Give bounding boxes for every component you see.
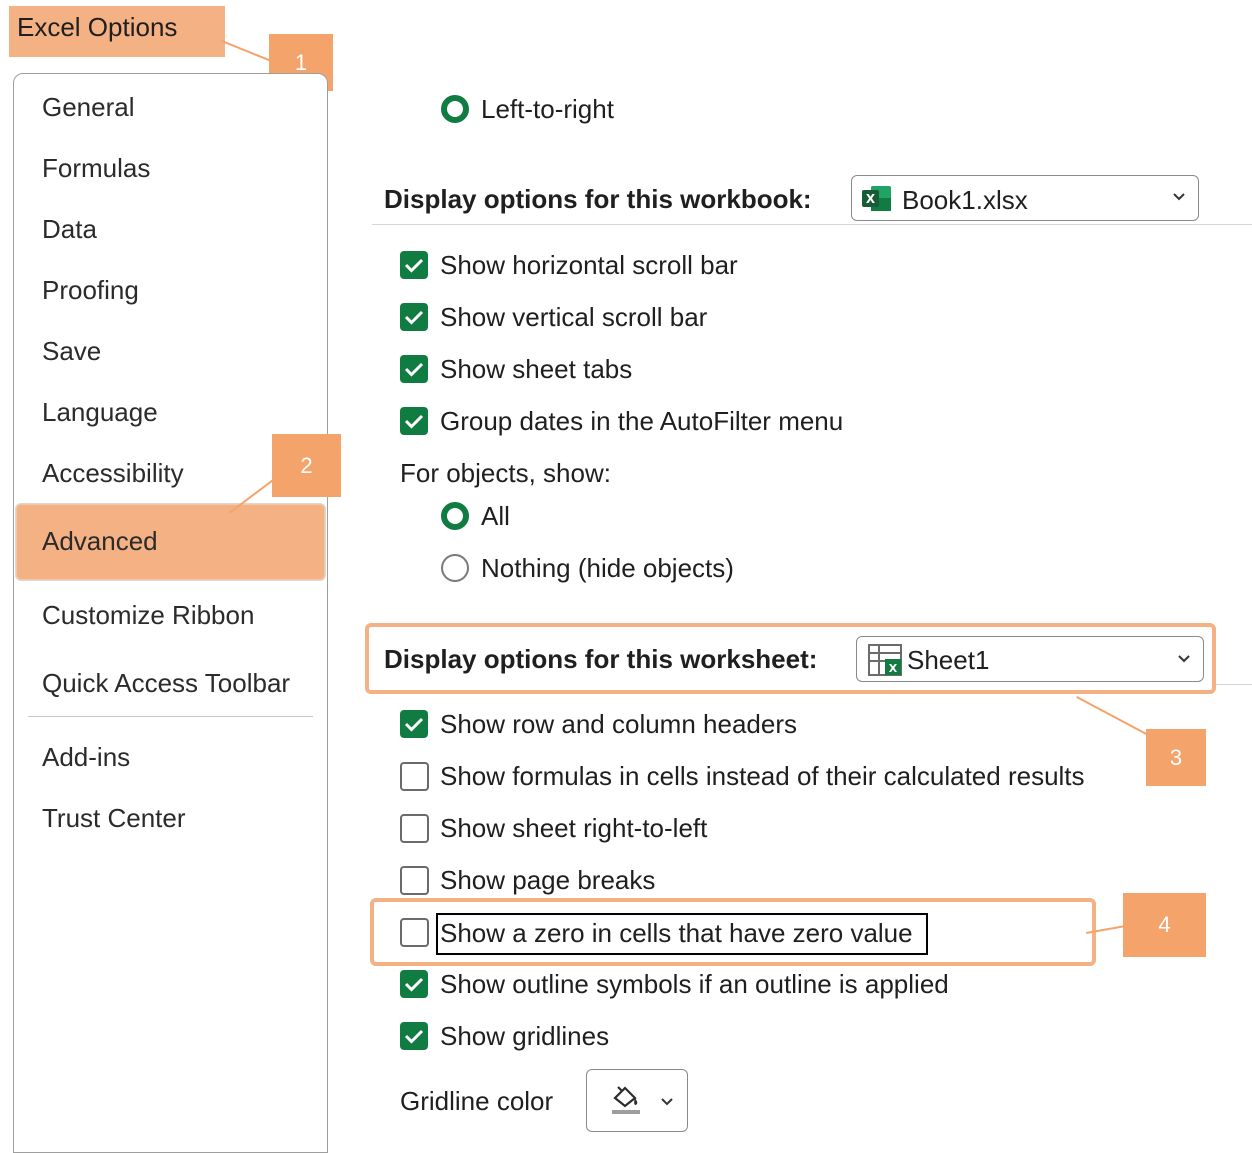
- callout-leader-3: [1076, 696, 1152, 738]
- checkbox-horizontal-scroll-label: Show horizontal scroll bar: [440, 250, 738, 280]
- workbook-select-value: Book1.xlsx: [902, 185, 1028, 215]
- workbook-select[interactable]: X Book1.xlsx: [851, 175, 1199, 221]
- worksheet-section-heading: Display options for this worksheet:: [384, 644, 818, 674]
- sidebar-item-formulas[interactable]: Formulas: [42, 153, 150, 184]
- paint-bucket-icon: [609, 1082, 643, 1116]
- checkbox-outline-symbols[interactable]: [400, 970, 428, 998]
- gridline-color-label: Gridline color: [400, 1086, 554, 1116]
- objects-label: For objects, show:: [400, 458, 611, 488]
- workbook-section-heading: Display options for this workbook:: [384, 184, 812, 214]
- checkbox-show-formulas-label: Show formulas in cells instead of their …: [440, 761, 1085, 791]
- gridline-color-picker[interactable]: [586, 1069, 688, 1132]
- sidebar-item-language[interactable]: Language: [42, 397, 158, 428]
- sidebar-item-quick-access-toolbar[interactable]: Quick Access Toolbar: [42, 668, 290, 699]
- checkbox-show-zero-label: Show a zero in cells that have zero valu…: [440, 918, 913, 948]
- radio-objects-all-label: All: [481, 501, 510, 531]
- svg-text:X: X: [889, 662, 898, 675]
- sidebar-item-general[interactable]: General: [42, 92, 135, 123]
- radio-objects-nothing[interactable]: [441, 554, 469, 582]
- checkbox-vertical-scroll-label: Show vertical scroll bar: [440, 302, 708, 332]
- radio-objects-nothing-label: Nothing (hide objects): [481, 553, 734, 583]
- worksheet-select-value: Sheet1: [907, 645, 990, 675]
- sidebar-item-proofing[interactable]: Proofing: [42, 275, 139, 306]
- checkbox-page-breaks[interactable]: [400, 866, 429, 895]
- checkbox-group-dates[interactable]: [400, 407, 428, 435]
- checkbox-right-to-left[interactable]: [400, 814, 429, 843]
- sidebar-divider: [28, 716, 313, 717]
- workbook-section-divider: [372, 224, 1252, 225]
- sidebar-item-data[interactable]: Data: [42, 214, 97, 245]
- checkbox-sheet-tabs[interactable]: [400, 355, 428, 383]
- checkbox-sheet-tabs-label: Show sheet tabs: [440, 354, 633, 384]
- callout-badge-4: 4: [1123, 893, 1206, 957]
- checkbox-group-dates-label: Group dates in the AutoFilter menu: [440, 406, 844, 436]
- chevron-down-icon: [1176, 649, 1192, 672]
- checkbox-right-to-left-label: Show sheet right-to-left: [440, 813, 708, 843]
- checkbox-horizontal-scroll[interactable]: [400, 251, 428, 279]
- chevron-down-icon: [659, 1092, 675, 1115]
- worksheet-select[interactable]: X Sheet1: [856, 636, 1204, 682]
- checkbox-show-zero[interactable]: [400, 918, 429, 947]
- svg-text:X: X: [866, 192, 876, 206]
- checkbox-gridlines[interactable]: [400, 1022, 428, 1050]
- checkbox-page-breaks-label: Show page breaks: [440, 865, 656, 895]
- checkbox-gridlines-label: Show gridlines: [440, 1021, 610, 1051]
- checkbox-row-column-headers[interactable]: [400, 710, 428, 738]
- worksheet-section-divider: [1216, 684, 1252, 685]
- checkbox-vertical-scroll[interactable]: [400, 303, 428, 331]
- radio-left-to-right-label: Left-to-right: [481, 94, 614, 124]
- checkbox-row-column-headers-label: Show row and column headers: [440, 709, 797, 739]
- sidebar-item-trust-center[interactable]: Trust Center: [42, 803, 186, 834]
- callout-badge-3: 3: [1146, 729, 1206, 786]
- sidebar-item-add-ins[interactable]: Add-ins: [42, 742, 130, 773]
- sidebar-item-save[interactable]: Save: [42, 336, 101, 367]
- callout-leader-1: [221, 40, 274, 63]
- checkbox-outline-symbols-label: Show outline symbols if an outline is ap…: [440, 969, 949, 999]
- dialog-title: Excel Options: [9, 6, 225, 57]
- sheet-icon: X: [867, 643, 903, 677]
- radio-objects-all[interactable]: [441, 502, 469, 530]
- chevron-down-icon: [1171, 187, 1187, 210]
- excel-file-icon: X: [862, 184, 892, 213]
- callout-badge-2: 2: [272, 434, 341, 497]
- checkbox-show-formulas[interactable]: [400, 762, 429, 791]
- sidebar-item-advanced[interactable]: Advanced: [42, 526, 158, 557]
- radio-left-to-right[interactable]: [441, 95, 469, 123]
- sidebar-item-accessibility[interactable]: Accessibility: [42, 458, 184, 489]
- sidebar-item-customize-ribbon[interactable]: Customize Ribbon: [42, 600, 254, 631]
